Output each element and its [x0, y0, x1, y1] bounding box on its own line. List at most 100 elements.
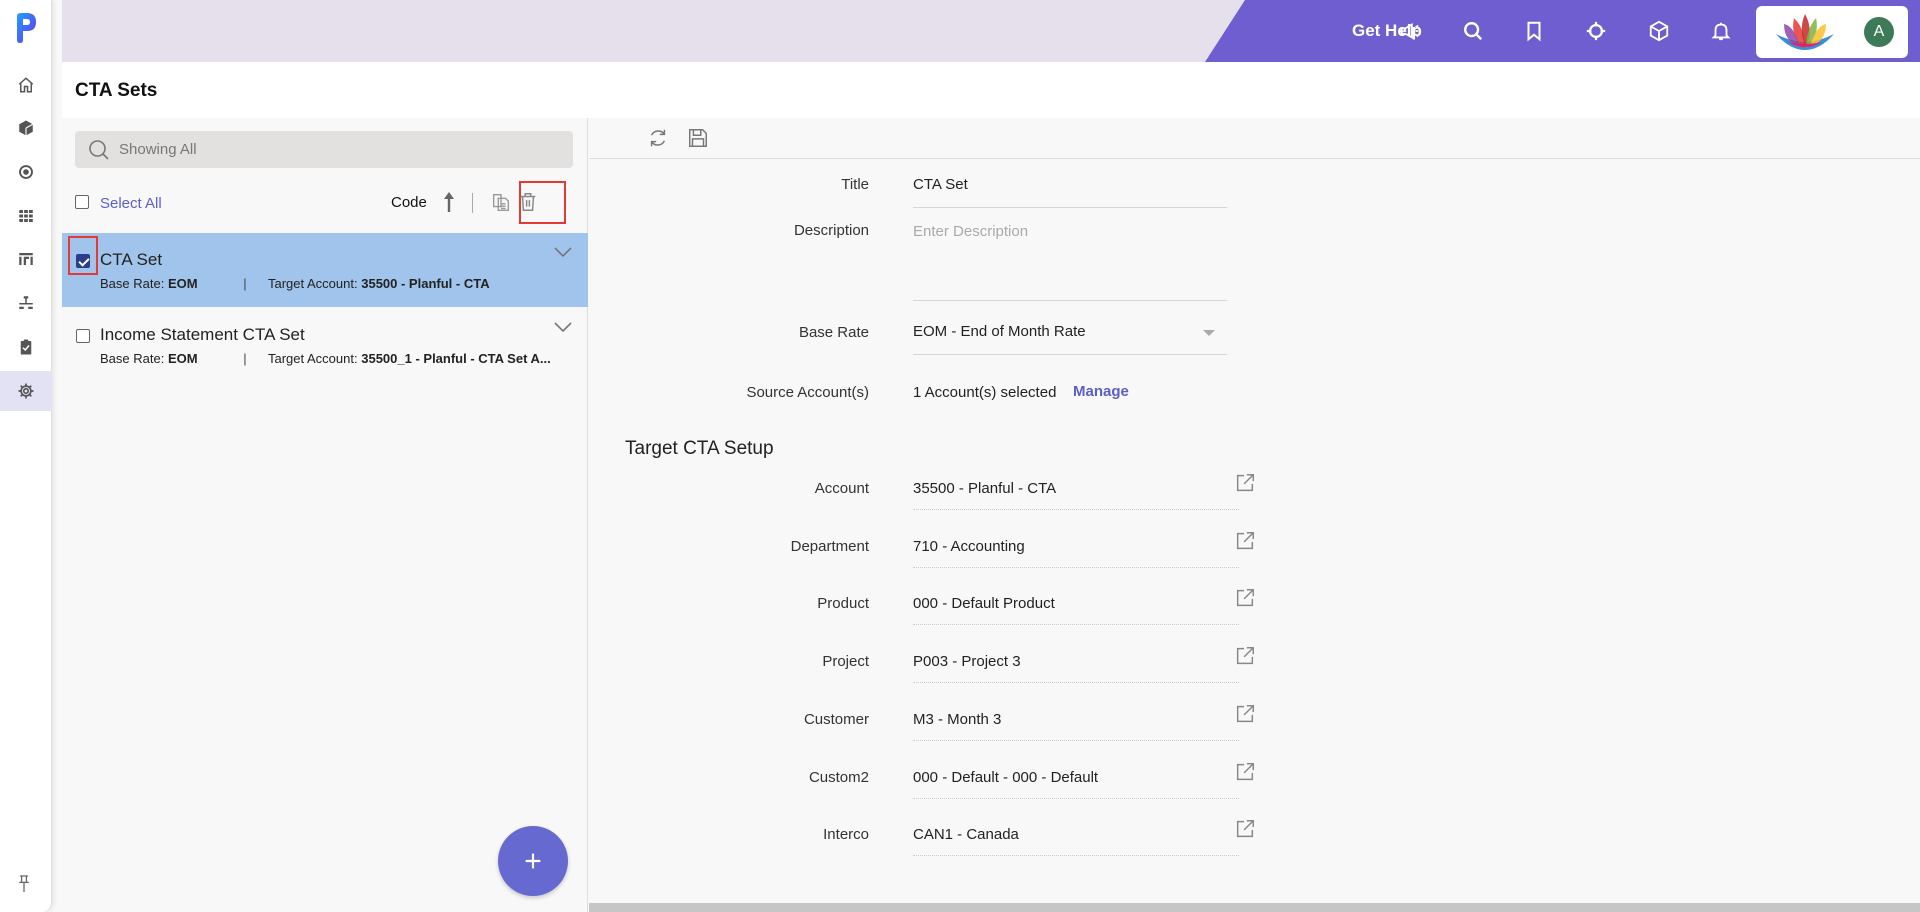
open-external-icon[interactable] — [1234, 587, 1256, 609]
home-icon — [18, 77, 34, 93]
nav-grid[interactable] — [0, 196, 52, 236]
nav-models[interactable] — [0, 108, 52, 148]
target-field-value[interactable]: 710 - Accounting — [913, 538, 1025, 555]
source-accounts-value: 1 Account(s) selected — [913, 384, 1057, 401]
list-item[interactable]: CTA Set Base Rate: EOM | Target Account:… — [62, 233, 588, 307]
chevron-down-icon[interactable] — [554, 320, 572, 334]
delete-highlight-box — [519, 181, 566, 224]
target-field-value[interactable]: 35500 - Planful - CTA — [913, 480, 1056, 497]
description-label: Description — [793, 222, 869, 239]
target-field-underline — [913, 682, 1239, 683]
nav-settings[interactable] — [0, 371, 52, 411]
target-field-value[interactable]: 000 - Default Product — [913, 595, 1055, 612]
open-external-icon[interactable] — [1234, 530, 1256, 552]
target-field-label: Account — [814, 480, 869, 497]
navigator-button[interactable] — [1583, 18, 1609, 44]
description-input[interactable]: Enter Description — [913, 223, 1028, 240]
megaphone-icon — [1400, 23, 1419, 39]
notifications-button[interactable] — [1708, 18, 1734, 44]
meta-separator: | — [243, 351, 247, 366]
target-field-value[interactable]: M3 - Month 3 — [913, 711, 1001, 728]
bookmark-icon — [1527, 21, 1541, 42]
select-all-label[interactable]: Select All — [100, 195, 162, 212]
pin-icon — [19, 875, 29, 892]
target-field-value[interactable]: CAN1 - Canada — [913, 826, 1019, 843]
target-field-label: Custom2 — [808, 769, 869, 786]
base-rate-underline — [913, 354, 1227, 355]
plus-icon — [525, 853, 541, 869]
list-item[interactable]: Income Statement CTA Set Base Rate: EOM … — [62, 308, 588, 382]
description-underline — [913, 300, 1227, 301]
title-input[interactable]: CTA Set — [913, 176, 968, 193]
list-search[interactable] — [75, 131, 573, 168]
target-field-underline — [913, 855, 1239, 856]
save-icon[interactable] — [687, 127, 709, 149]
target-account-value: 35500 - Planful - CTA — [361, 276, 490, 291]
page-title: CTA Sets — [75, 80, 158, 101]
manage-link[interactable]: Manage — [1073, 383, 1129, 400]
nav-target[interactable] — [0, 152, 52, 192]
add-cta-set-button[interactable] — [498, 826, 568, 896]
target-field-label: Department — [790, 538, 869, 555]
target-field-label: Interco — [823, 826, 869, 843]
item-title: CTA Set — [100, 250, 163, 269]
search-input[interactable] — [119, 141, 559, 158]
target-field-underline — [913, 798, 1239, 799]
base-rate-value: EOM — [167, 276, 198, 291]
global-search-button[interactable] — [1460, 18, 1486, 44]
dropdown-caret-icon[interactable] — [1203, 330, 1215, 336]
target-field-underline — [913, 509, 1239, 510]
base-rate-label: Base Rate — [798, 324, 869, 341]
copy-icon[interactable] — [490, 191, 512, 213]
search-icon — [89, 139, 109, 160]
cube-icon — [19, 120, 34, 136]
open-external-icon[interactable] — [1234, 703, 1256, 725]
target-cta-setup-heading: Target CTA Setup — [625, 438, 774, 459]
target-icon — [19, 165, 33, 179]
open-external-icon[interactable] — [1234, 472, 1256, 494]
horizontal-scrollbar[interactable] — [589, 903, 1920, 912]
clipboard-check-icon — [20, 339, 32, 355]
base-rate-value: EOM — [167, 351, 198, 366]
sort-field-label[interactable]: Code — [391, 194, 427, 211]
top-header: Get Help A — [62, 0, 1920, 62]
target-field-value[interactable]: 000 - Default - 000 - Default — [913, 769, 1098, 786]
target-account-value: 35500_1 - Planful - CTA Set A... — [361, 351, 551, 366]
item-checkbox[interactable] — [76, 254, 90, 268]
report-icon — [19, 253, 33, 265]
bookmark-button[interactable] — [1521, 18, 1547, 44]
target-field-value[interactable]: P003 - Project 3 — [913, 653, 1021, 670]
base-rate-label: Base Rate: — [100, 276, 165, 291]
chevron-down-icon[interactable] — [554, 245, 572, 259]
refresh-icon[interactable] — [647, 127, 669, 149]
nav-hierarchy[interactable] — [0, 283, 52, 323]
apps-button[interactable] — [1646, 18, 1672, 44]
user-avatar[interactable]: A — [1864, 17, 1894, 47]
sort-ascending-icon[interactable] — [442, 191, 456, 213]
tenant-logo — [1776, 14, 1834, 50]
base-rate-select[interactable]: EOM - End of Month Rate — [913, 323, 1086, 340]
item-meta: Base Rate: EOM | Target Account: 35500 -… — [100, 276, 490, 291]
bell-icon — [1711, 22, 1731, 41]
target-field-label: Customer — [803, 711, 869, 728]
target-field-label: Project — [822, 653, 869, 670]
planful-logo[interactable] — [14, 12, 38, 44]
target-field-underline — [913, 567, 1239, 568]
nav-reports[interactable] — [0, 239, 52, 279]
item-checkbox[interactable] — [76, 329, 90, 343]
announcements-button[interactable] — [1397, 18, 1423, 44]
item-meta: Base Rate: EOM | Target Account: 35500_1… — [100, 351, 551, 366]
select-all-checkbox[interactable] — [75, 195, 89, 209]
open-external-icon[interactable] — [1234, 761, 1256, 783]
crosshair-icon — [1586, 21, 1606, 41]
list-toolbar: Select All Code — [75, 188, 575, 218]
open-external-icon[interactable] — [1234, 645, 1256, 667]
title-label: Title — [841, 176, 869, 193]
grid-icon — [19, 210, 33, 222]
open-external-icon[interactable] — [1234, 818, 1256, 840]
pin-button[interactable] — [14, 872, 34, 896]
nav-tasks[interactable] — [0, 327, 52, 367]
search-icon — [1464, 22, 1483, 41]
item-title: Income Statement CTA Set — [100, 325, 305, 344]
nav-home[interactable] — [0, 65, 52, 105]
